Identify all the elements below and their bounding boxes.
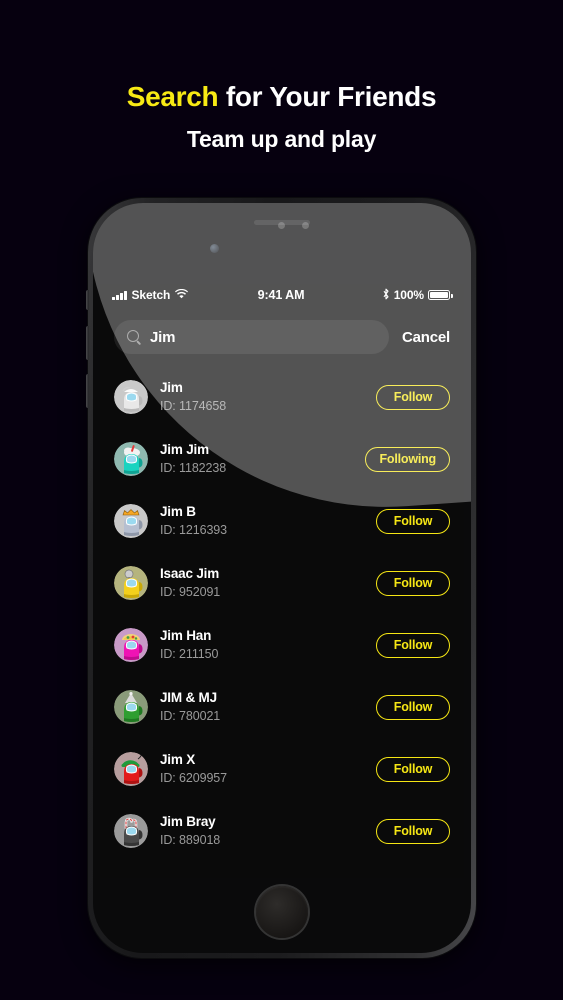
cancel-button[interactable]: Cancel	[402, 329, 450, 346]
user-name: Isaac Jim	[160, 565, 219, 581]
silent-switch[interactable]	[86, 290, 89, 310]
volume-down-button[interactable]	[86, 374, 89, 408]
table-row[interactable]: Isaac Jim ID: 952091 Follow	[114, 552, 450, 614]
page-subtitle: Team up and play	[186, 125, 377, 152]
search-results-list: Jim ID: 1174658 Follow Jim Jim ID: 1182238 Fo…	[100, 366, 464, 862]
search-input-value: Jim	[150, 328, 176, 346]
page-title: Search for Your Friends	[0, 81, 563, 113]
user-id: ID: 1182238	[160, 460, 227, 475]
status-bar: Sketch 9:41 AM 100%	[100, 284, 464, 306]
volume-up-button[interactable]	[86, 326, 89, 360]
avatar	[114, 504, 148, 538]
follow-button[interactable]: Follow	[376, 818, 450, 844]
user-id: ID: 889018	[160, 832, 221, 847]
search-bar: Jim Cancel	[100, 306, 464, 366]
front-camera-icon	[210, 244, 219, 253]
sensor-dot-one	[278, 222, 285, 229]
wifi-icon	[175, 288, 189, 302]
avatar	[114, 752, 148, 786]
phone-mockup: Sketch 9:41 AM 100% Jim Cancel Jim ID: 1…	[86, 198, 476, 958]
table-row[interactable]: Jim Bray ID: 889018 Follow	[114, 800, 450, 862]
user-id: ID: 780021	[160, 708, 221, 723]
user-info: Isaac Jim ID: 952091	[160, 566, 364, 600]
avatar	[114, 628, 148, 662]
user-id: ID: 1174658	[160, 398, 227, 413]
user-id: ID: 952091	[160, 584, 221, 599]
avatar	[114, 442, 148, 476]
follow-button[interactable]: Follow	[376, 632, 450, 658]
user-name: Jim Han	[160, 627, 212, 643]
follow-button[interactable]: Follow	[376, 694, 450, 720]
title-highlight: Search	[126, 81, 219, 112]
table-row[interactable]: JIM & MJ ID: 780021 Follow	[114, 676, 450, 738]
title-rest: for Your Friends	[218, 81, 437, 112]
table-row[interactable]: Jim Jim ID: 1182238 Following	[114, 428, 450, 490]
follow-button[interactable]: Follow	[376, 508, 450, 534]
user-id: ID: 211150	[160, 646, 219, 661]
table-row[interactable]: Jim Han ID: 211150 Follow	[114, 614, 450, 676]
user-info: Jim X ID: 6209957	[160, 752, 364, 786]
user-info: Jim B ID: 1216393	[160, 504, 364, 538]
user-name: Jim	[160, 379, 183, 395]
user-name: Jim Jim	[160, 441, 209, 457]
user-info: JIM & MJ ID: 780021	[160, 690, 364, 724]
battery-percent-label: 100%	[393, 288, 424, 302]
clock: 9:41 AM	[257, 288, 305, 302]
user-info: Jim Han ID: 211150	[160, 628, 364, 662]
user-name: JIM & MJ	[160, 689, 217, 705]
battery-full-icon	[428, 290, 453, 300]
follow-button[interactable]: Follow	[376, 570, 450, 596]
user-info: Jim Jim ID: 1182238	[160, 442, 353, 476]
avatar	[114, 380, 148, 414]
carrier-label: Sketch	[131, 288, 171, 302]
search-input[interactable]: Jim	[114, 320, 389, 354]
user-name: Jim Bray	[160, 813, 216, 829]
following-button[interactable]: Following	[365, 446, 450, 472]
avatar	[114, 690, 148, 724]
phone-screen: Sketch 9:41 AM 100% Jim Cancel Jim ID: 1…	[100, 284, 464, 878]
user-id: ID: 6209957	[160, 770, 228, 785]
user-name: Jim X	[160, 751, 196, 767]
avatar	[114, 814, 148, 848]
avatar	[114, 566, 148, 600]
signal-bars-icon	[112, 290, 127, 300]
promo-header: Search for Your Friends Team up and play	[0, 0, 563, 153]
bluetooth-icon	[382, 288, 390, 303]
table-row[interactable]: Jim ID: 1174658 Follow	[114, 366, 450, 428]
table-row[interactable]: Jim X ID: 6209957 Follow	[114, 738, 450, 800]
home-button[interactable]	[256, 886, 308, 938]
follow-button[interactable]: Follow	[376, 756, 450, 782]
sensor-dot-two	[302, 222, 309, 229]
user-info: Jim Bray ID: 889018	[160, 814, 364, 848]
user-name: Jim B	[160, 503, 196, 519]
user-info: Jim ID: 1174658	[160, 380, 364, 414]
user-id: ID: 1216393	[160, 522, 228, 537]
search-icon	[127, 330, 141, 344]
table-row[interactable]: Jim B ID: 1216393 Follow	[114, 490, 450, 552]
follow-button[interactable]: Follow	[376, 384, 450, 410]
